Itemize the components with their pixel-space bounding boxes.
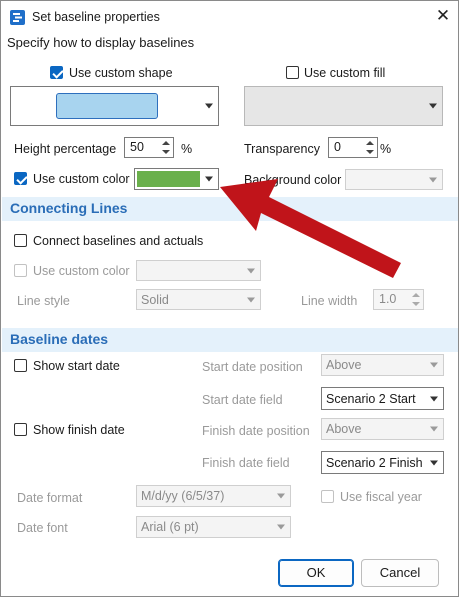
chevron-down-icon [205,103,213,109]
connecting-lines-heading: Connecting Lines [10,200,128,216]
transparency-label: Transparency [244,142,320,156]
date-format-value: M/d/yy (6/5/37) [141,489,225,503]
use-custom-fill-checkbox[interactable] [286,66,299,79]
custom-color-dropdown[interactable] [134,168,219,190]
date-format-label: Date format [17,491,83,505]
close-icon[interactable]: ✕ [432,4,454,28]
start-position-label: Start date position [202,360,303,374]
spin-down-icon[interactable] [366,150,374,154]
connect-baselines-checkbox[interactable] [14,234,27,247]
window-title: Set baseline properties [32,10,160,24]
line-custom-color-label: Use custom color [33,264,130,278]
chevron-down-icon [430,362,438,368]
use-fiscal-year-label: Use fiscal year [340,490,422,504]
start-position-value: Above [326,358,362,372]
use-custom-shape-label: Use custom shape [69,66,173,80]
connect-baselines-label: Connect baselines and actuals [33,234,204,248]
transparency-spinner[interactable]: 0 [328,137,378,158]
use-custom-color-label: Use custom color [33,172,130,186]
title-bar: Set baseline properties ✕ [1,1,458,33]
intro-text: Specify how to display baselines [7,35,195,50]
start-field-value: Scenario 2 Start [326,391,416,406]
show-finish-date-label: Show finish date [33,423,125,437]
date-format-dropdown[interactable]: M/d/yy (6/5/37) [136,485,291,507]
line-style-label: Line style [17,294,70,308]
show-start-date-label: Show start date [33,359,120,373]
spin-down-icon[interactable] [162,150,170,154]
date-font-dropdown[interactable]: Arial (6 pt) [136,516,291,538]
transparency-unit: % [380,142,392,156]
spin-up-icon[interactable] [162,141,170,145]
chevron-down-icon [277,493,285,499]
finish-field-label: Finish date field [202,456,290,470]
annotation-arrow-icon [220,179,401,278]
chevron-down-icon [429,177,437,182]
use-custom-shape-checkbox[interactable] [50,66,63,79]
shape-swatch [56,93,158,119]
spin-up-icon[interactable] [412,293,420,297]
chevron-down-icon [430,426,438,432]
dialog-window: Set baseline properties ✕ Specify how to… [0,0,459,597]
app-icon [10,10,25,25]
chevron-down-icon [205,176,213,182]
finish-field-value: Scenario 2 Finish [326,455,423,470]
ok-button[interactable]: OK [278,559,354,587]
show-finish-date-checkbox[interactable] [14,423,27,436]
start-field-label: Start date field [202,393,283,407]
start-field-dropdown[interactable]: Scenario 2 Start [321,387,444,410]
finish-field-dropdown[interactable]: Scenario 2 Finish [321,451,444,474]
spin-down-icon[interactable] [412,302,420,306]
chevron-down-icon [277,524,285,530]
height-percentage-value[interactable]: 50 [130,140,144,154]
chevron-down-icon [430,396,438,401]
finish-position-value: Above [326,422,362,436]
finish-position-dropdown[interactable]: Above [321,418,444,440]
line-width-label: Line width [301,294,358,308]
use-fiscal-year-checkbox[interactable] [321,490,334,503]
chevron-down-icon [429,103,437,109]
finish-position-label: Finish date position [202,424,310,438]
line-width-spinner[interactable]: 1.0 [373,289,424,310]
transparency-value[interactable]: 0 [334,140,341,154]
line-style-value: Solid [141,292,169,307]
line-style-dropdown[interactable]: Solid [136,289,261,310]
baseline-dates-header: Baseline dates [2,328,458,352]
color-swatch [137,171,200,187]
height-percentage-label: Height percentage [14,142,117,156]
cancel-button[interactable]: Cancel [361,559,439,587]
shape-dropdown[interactable] [10,86,219,126]
line-custom-color-checkbox[interactable] [14,264,27,277]
line-width-value[interactable]: 1.0 [379,292,396,306]
height-percentage-spinner[interactable]: 50 [124,137,174,158]
start-position-dropdown[interactable]: Above [321,354,444,376]
date-font-value: Arial (6 pt) [141,520,199,534]
baseline-dates-heading: Baseline dates [10,331,109,347]
use-custom-fill-label: Use custom fill [304,66,386,80]
chevron-down-icon [247,297,255,302]
show-start-date-checkbox[interactable] [14,359,27,372]
date-font-label: Date font [17,521,68,535]
spin-up-icon[interactable] [366,141,374,145]
use-custom-color-checkbox[interactable] [14,172,27,185]
fill-dropdown[interactable] [244,86,443,126]
height-unit: % [181,142,193,156]
chevron-down-icon [430,460,438,465]
